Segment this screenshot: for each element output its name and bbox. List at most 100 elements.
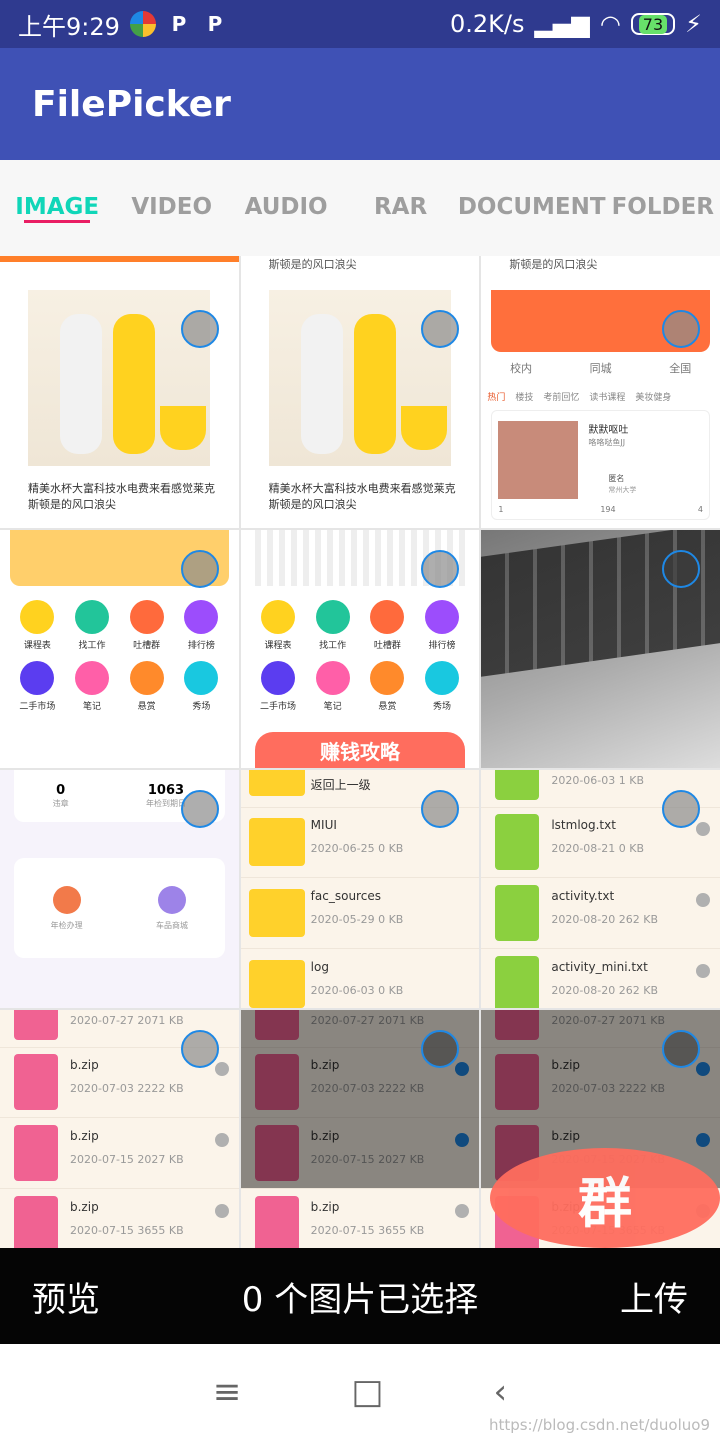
post-card: 默默呕吐 咯咯哒鱼JJ 匿名 常州大学 1 194 4 <box>491 410 711 520</box>
select-checkbox[interactable] <box>180 550 219 588</box>
comment-count: 1 <box>498 505 504 514</box>
filter-item: 美妆健身 <box>635 393 672 403</box>
select-checkbox[interactable] <box>180 790 219 828</box>
grid-row: 0 违章 1063 年检到期日 年检办理 车品商城 返回上一级 MIUI 2020-0… <box>0 770 720 1008</box>
zip-file-icon <box>254 1196 299 1248</box>
upload-button[interactable]: 上传 <box>620 1272 688 1321</box>
select-checkbox[interactable] <box>180 1030 219 1068</box>
tab-label: RAR <box>373 194 428 221</box>
menu-icon <box>370 661 405 695</box>
menu-item: 课程表 <box>10 600 65 651</box>
tab-folder[interactable]: FOLDER <box>606 160 720 256</box>
file-name: b.zip <box>70 1129 99 1143</box>
product-caption: 精美水杯大富科技水电费来看感觉莱克斯顿是的风口浪尖 <box>268 482 456 511</box>
file-radio <box>696 822 711 836</box>
menu-label: 排行榜 <box>428 641 456 651</box>
product-photo <box>268 290 451 466</box>
select-checkbox[interactable] <box>180 310 219 348</box>
menu-icon <box>261 600 295 634</box>
file-name: MIUI <box>310 818 337 832</box>
image-thumbnail[interactable] <box>481 530 720 768</box>
image-thumbnail[interactable]: 2020-07-27 2071 KB b.zip 2020-07-03 2222 … <box>240 1010 480 1248</box>
image-thumbnail[interactable]: 2020-07-27 2071 KB b.zip 2020-07-03 2222 … <box>0 1010 239 1248</box>
product-photo <box>28 290 210 466</box>
menu-grid: 课程表 找工作 吐槽群 排行榜 二手市场 笔记 悬赏 秀场 <box>251 600 470 712</box>
back-icon[interactable]: ‹ <box>494 1372 508 1412</box>
social-tab: 同城 <box>589 362 612 375</box>
tab-label: FOLDER <box>611 194 714 221</box>
list-item: b.zip 2020-07-15 3655 KB <box>240 1190 480 1248</box>
preview-button[interactable]: 预览 <box>32 1272 100 1321</box>
menu-label: 笔记 <box>82 702 101 712</box>
tab-image[interactable]: IMAGE <box>0 160 114 256</box>
post-author: 匿名 <box>608 474 625 483</box>
app-bar: FilePicker <box>0 48 720 160</box>
file-name: log <box>310 960 329 974</box>
wifi-icon: ◠ <box>599 10 621 38</box>
filter-item: 读书课程 <box>589 393 626 403</box>
menu-icon <box>129 661 164 695</box>
image-thumbnail[interactable]: 精美水杯大富科技水电费来看感觉莱克斯顿是的风口浪尖 <box>240 290 480 528</box>
stat-label: 违章 <box>52 799 69 808</box>
select-checkbox[interactable] <box>421 310 460 348</box>
file-radio <box>455 1204 470 1218</box>
tab-audio[interactable]: AUDIO <box>229 160 343 256</box>
action-item: 车品商城 <box>156 885 188 931</box>
select-checkbox[interactable] <box>662 790 701 828</box>
menu-item: 二手市场 <box>251 661 306 712</box>
image-thumbnail[interactable]: 返回上一级 MIUI 2020-06-25 0 KB fac_sources 202… <box>240 770 480 1008</box>
menu-icon <box>184 600 219 634</box>
list-item: log 2020-06-03 0 KB <box>240 950 480 1008</box>
image-thumbnail[interactable]: 2020-07-27 2071 KB b.zip 2020-07-03 2222 … <box>481 1010 720 1248</box>
yellow-cup <box>400 406 447 450</box>
signal-icon: ▂▄▆ <box>534 10 590 38</box>
strip-cell[interactable]: 斯顿是的风口浪尖 <box>481 256 720 290</box>
image-thumbnail[interactable]: 精美水杯大富科技水电费来看感觉莱克斯顿是的风口浪尖 <box>0 290 239 528</box>
product-caption: 精美水杯大富科技水电费来看感觉莱克斯顿是的风口浪尖 <box>28 482 215 511</box>
select-checkbox[interactable] <box>662 310 701 348</box>
list-item: activity_mini.txt 2020-08-20 262 KB <box>481 950 720 1008</box>
home-icon[interactable]: □ <box>351 1372 383 1412</box>
image-thumbnail[interactable]: 课程表 找工作 吐槽群 排行榜 二手市场 笔记 悬赏 秀场 赚钱攻略 <box>240 530 480 768</box>
white-bottle <box>60 314 102 454</box>
image-thumbnail[interactable]: 2020-06-03 1 KB lstmlog.txt 2020-08-21 0 … <box>481 770 720 1008</box>
select-checkbox[interactable] <box>662 550 701 588</box>
tab-label: AUDIO <box>244 194 328 221</box>
menu-icon[interactable]: ≡ <box>213 1372 242 1412</box>
zip-file-icon <box>14 1196 58 1248</box>
file-radio <box>696 893 711 907</box>
menu-label: 悬赏 <box>378 702 397 712</box>
file-meta: 2020-07-15 3655 KB <box>310 1224 425 1237</box>
strip-cell[interactable]: 斯顿是的风口浪尖 <box>240 256 480 290</box>
tab-rar[interactable]: RAR <box>343 160 457 256</box>
menu-icon <box>20 661 55 695</box>
post-subtitle: 咯咯哒鱼JJ <box>588 438 626 447</box>
menu-item: 秀场 <box>415 661 470 712</box>
stat-item: 0 违章 <box>53 783 69 809</box>
file-meta: 2020-08-20 262 KB <box>551 984 659 997</box>
strip-cell[interactable] <box>0 256 239 290</box>
social-tabs: 校内 同城 全国 <box>481 360 720 376</box>
yellow-cup <box>160 406 206 450</box>
tab-video[interactable]: VIDEO <box>114 160 228 256</box>
select-checkbox[interactable] <box>662 1030 701 1068</box>
folder-icon <box>248 889 305 937</box>
menu-icon <box>184 661 219 695</box>
file-meta: 2020-06-03 1 KB <box>551 774 645 787</box>
money-banner: 赚钱攻略 <box>254 732 466 768</box>
menu-grid: 课程表 找工作 吐槽群 排行榜 二手市场 笔记 悬赏 秀场 <box>10 600 229 712</box>
stat-value: 1063 <box>147 783 185 798</box>
file-name: 返回上一级 <box>310 778 371 792</box>
image-thumbnail[interactable]: 校内 同城 全国 热门 楼技 考前回忆 读书课程 美妆健身 默默呕吐 咯咯哒鱼J… <box>481 290 720 528</box>
group-badge[interactable]: 群 <box>490 1148 720 1248</box>
tab-document[interactable]: DOCUMENT <box>458 160 606 256</box>
image-thumbnail[interactable]: 0 违章 1063 年检到期日 年检办理 车品商城 <box>0 770 239 1008</box>
file-name: fac_sources <box>310 889 381 903</box>
txt-file-icon <box>495 814 540 870</box>
image-thumbnail[interactable]: 课程表 找工作 吐槽群 排行榜 二手市场 笔记 悬赏 秀场 <box>0 530 239 768</box>
zip-file-icon <box>14 1125 58 1181</box>
menu-icon <box>315 600 350 634</box>
menu-icon <box>20 600 55 634</box>
p-notification-icon: P <box>171 12 187 36</box>
menu-icon <box>425 661 459 695</box>
